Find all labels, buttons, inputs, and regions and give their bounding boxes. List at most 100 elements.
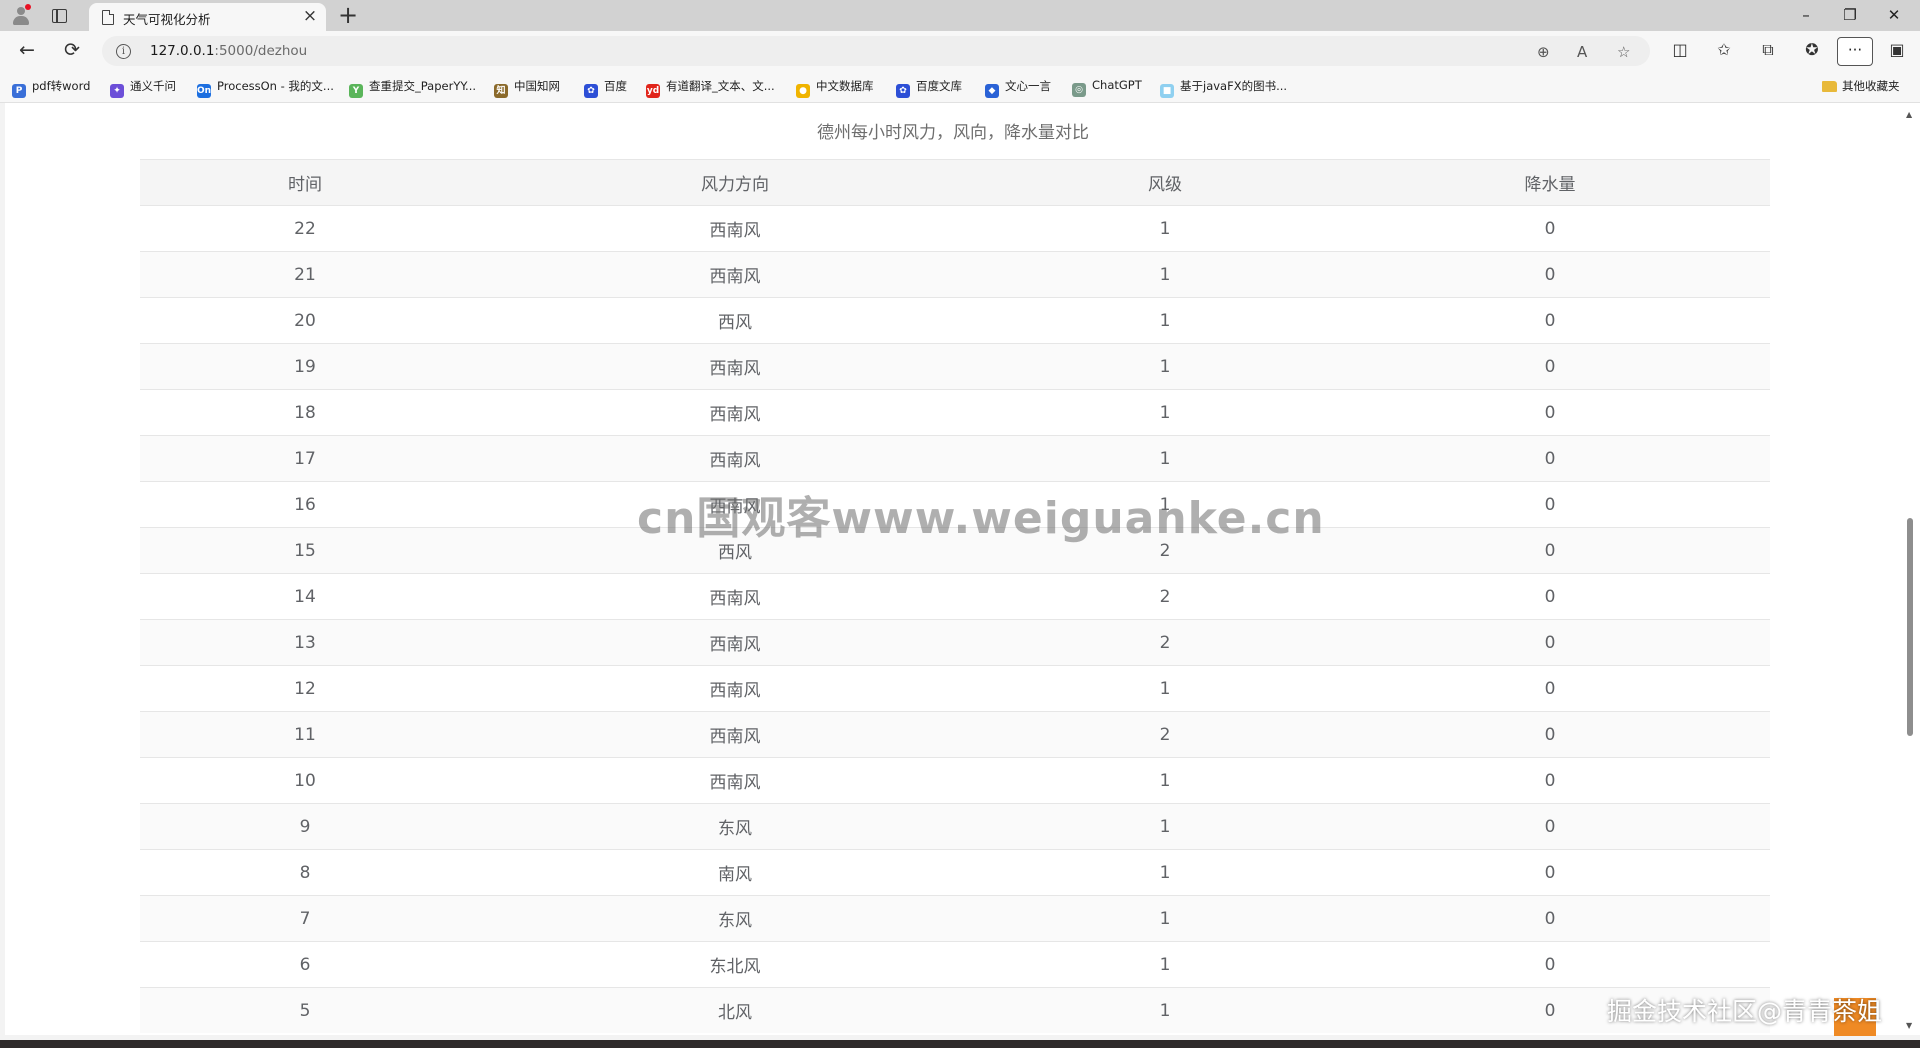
precipitation-cell: 0 xyxy=(1330,895,1770,942)
bookmark-chinese-database[interactable]: ● 中文数据库 xyxy=(796,78,874,98)
bookmark-icon: ● xyxy=(796,84,810,98)
tab-active[interactable]: 天气可视化分析 × xyxy=(89,3,326,31)
precipitation-cell: 0 xyxy=(1330,205,1770,252)
precipitation-cell: 0 xyxy=(1330,435,1770,482)
bookmark-baidu-wenku[interactable]: ✿ 百度文库 xyxy=(896,78,962,98)
wind-direction-cell: 南风 xyxy=(470,849,1000,896)
minimize-button[interactable]: – xyxy=(1783,3,1829,27)
collections-icon[interactable]: ⧉ xyxy=(1756,40,1780,60)
bookmark-processon[interactable]: On ProcessOn - 我的文... xyxy=(197,78,334,98)
tab-actions-icon[interactable] xyxy=(50,6,70,26)
wind-level-cell: 2 xyxy=(1000,619,1330,666)
time-cell: 9 xyxy=(140,803,470,850)
table-row: 10 西南风 1 0 xyxy=(140,757,1770,804)
time-cell: 18 xyxy=(140,389,470,436)
precipitation-cell: 0 xyxy=(1330,297,1770,344)
favorites-icon[interactable]: ✩ xyxy=(1712,40,1736,60)
bookmark-youdao[interactable]: yd 有道翻译_文本、文... xyxy=(646,78,775,98)
other-bookmarks-folder[interactable]: 其他收藏夹 xyxy=(1822,78,1900,94)
scroll-up-icon[interactable]: ▲ xyxy=(1906,110,1912,119)
wind-direction-cell: 西南风 xyxy=(470,389,1000,436)
wind-level-cell: 1 xyxy=(1000,757,1330,804)
column-header-time: 时间 xyxy=(140,159,470,206)
back-button[interactable]: ← xyxy=(15,38,39,62)
bookmark-icon: ◎ xyxy=(1072,83,1086,97)
time-cell: 6 xyxy=(140,941,470,988)
wind-direction-cell: 北风 xyxy=(470,987,1000,1033)
page-title: 德州每小时风力，风向，降水量对比 xyxy=(817,123,1089,143)
split-screen-icon[interactable]: ◫ xyxy=(1668,40,1692,60)
bookmark-icon: ◆ xyxy=(985,84,999,98)
bookmark-baidu[interactable]: ✿ 百度 xyxy=(584,78,627,98)
time-cell: 22 xyxy=(140,205,470,252)
wind-level-cell: 1 xyxy=(1000,389,1330,436)
refresh-button[interactable]: ⟳ xyxy=(60,38,84,62)
time-cell: 17 xyxy=(140,435,470,482)
wind-direction-cell: 西南风 xyxy=(470,343,1000,390)
wind-direction-cell: 西南风 xyxy=(470,251,1000,298)
wind-direction-cell: 东北风 xyxy=(470,941,1000,988)
wind-level-cell: 1 xyxy=(1000,941,1330,988)
address-bar[interactable]: i 127.0.0.1:5000/dezhou ⊕ A ☆ xyxy=(102,36,1650,66)
time-cell: 11 xyxy=(140,711,470,758)
wind-level-cell: 1 xyxy=(1000,205,1330,252)
extensions-icon[interactable]: ✪ xyxy=(1800,40,1824,60)
precipitation-cell: 0 xyxy=(1330,803,1770,850)
site-info-icon[interactable]: i xyxy=(116,44,131,59)
time-cell: 10 xyxy=(140,757,470,804)
precipitation-cell: 0 xyxy=(1330,251,1770,298)
table-row: 17 西南风 1 0 xyxy=(140,435,1770,482)
wind-direction-cell: 西南风 xyxy=(470,205,1000,252)
favorite-star-icon[interactable]: ☆ xyxy=(1617,44,1630,60)
table-row: 19 西南风 1 0 xyxy=(140,343,1770,390)
time-cell: 8 xyxy=(140,849,470,896)
wind-direction-cell: 西南风 xyxy=(470,619,1000,666)
profile-icon[interactable] xyxy=(11,4,31,26)
bookmark-paperyy[interactable]: Y 查重提交_PaperYY... xyxy=(349,78,476,98)
table-row: 20 西风 1 0 xyxy=(140,297,1770,344)
bookmark-javafx[interactable]: ■ 基于javaFX的图书... xyxy=(1160,78,1287,98)
bookmark-icon: yd xyxy=(646,84,660,98)
restore-button[interactable]: ❐ xyxy=(1827,3,1873,27)
scroll-down-icon[interactable]: ▼ xyxy=(1906,1021,1912,1030)
sidebar-icon[interactable]: ▣ xyxy=(1885,40,1909,60)
wind-level-cell: 2 xyxy=(1000,573,1330,620)
precipitation-cell: 0 xyxy=(1330,573,1770,620)
wind-level-cell: 1 xyxy=(1000,803,1330,850)
precipitation-cell: 0 xyxy=(1330,711,1770,758)
new-tab-button[interactable]: + xyxy=(338,2,358,28)
more-menu-button[interactable]: ··· xyxy=(1837,37,1873,66)
close-window-button[interactable]: ✕ xyxy=(1871,3,1917,27)
wind-level-cell: 2 xyxy=(1000,711,1330,758)
page-scrollbar[interactable]: ▲ ▼ xyxy=(1901,103,1920,1035)
close-tab-icon[interactable]: × xyxy=(300,6,320,26)
weather-table: 时间 风力方向 风级 降水量 22 西南风 1 0 21 西南风 1 0 20 西风 1 0 19 西南风… xyxy=(140,159,1770,1033)
wind-level-cell: 1 xyxy=(1000,435,1330,482)
bookmark-tongyi[interactable]: ✦ 通义千问 xyxy=(110,78,176,98)
bookmark-chatgpt[interactable]: ◎ ChatGPT xyxy=(1072,78,1142,97)
wind-level-cell: 1 xyxy=(1000,343,1330,390)
wind-level-cell: 1 xyxy=(1000,297,1330,344)
url-text[interactable]: 127.0.0.1:5000/dezhou xyxy=(150,43,307,59)
bookmarks-bar: Ppdf转word ✦ 通义千问 On ProcessOn - 我的文... Y 查重… xyxy=(0,71,1920,103)
table-header-row: 时间 风力方向 风级 降水量 xyxy=(140,159,1770,206)
url-path: :5000/dezhou xyxy=(214,43,308,59)
page-icon xyxy=(102,10,114,25)
bookmark-wenxin[interactable]: ◆ 文心一言 xyxy=(985,78,1051,98)
zoom-icon[interactable]: ⊕ xyxy=(1537,44,1550,60)
page-viewport: 德州每小时风力，风向，降水量对比 时间 风力方向 风级 降水量 22 西南风 1 0 2… xyxy=(5,103,1901,1035)
table-row: 11 西南风 2 0 xyxy=(140,711,1770,758)
bookmark-cnki[interactable]: 知中国知网 xyxy=(494,78,560,98)
url-host: 127.0.0.1 xyxy=(150,43,215,59)
precipitation-cell: 0 xyxy=(1330,941,1770,988)
precipitation-cell: 0 xyxy=(1330,343,1770,390)
bookmark-icon: 知 xyxy=(494,84,508,98)
table-row: 18 西南风 1 0 xyxy=(140,389,1770,436)
wind-direction-cell: 东风 xyxy=(470,895,1000,942)
read-aloud-icon[interactable]: A xyxy=(1577,44,1587,60)
time-cell: 5 xyxy=(140,987,470,1033)
bookmark-pdf-to-word[interactable]: Ppdf转word xyxy=(12,78,90,98)
scrollbar-thumb[interactable] xyxy=(1907,518,1913,736)
column-header-wind-level: 风级 xyxy=(1000,159,1330,206)
precipitation-cell: 0 xyxy=(1330,481,1770,528)
